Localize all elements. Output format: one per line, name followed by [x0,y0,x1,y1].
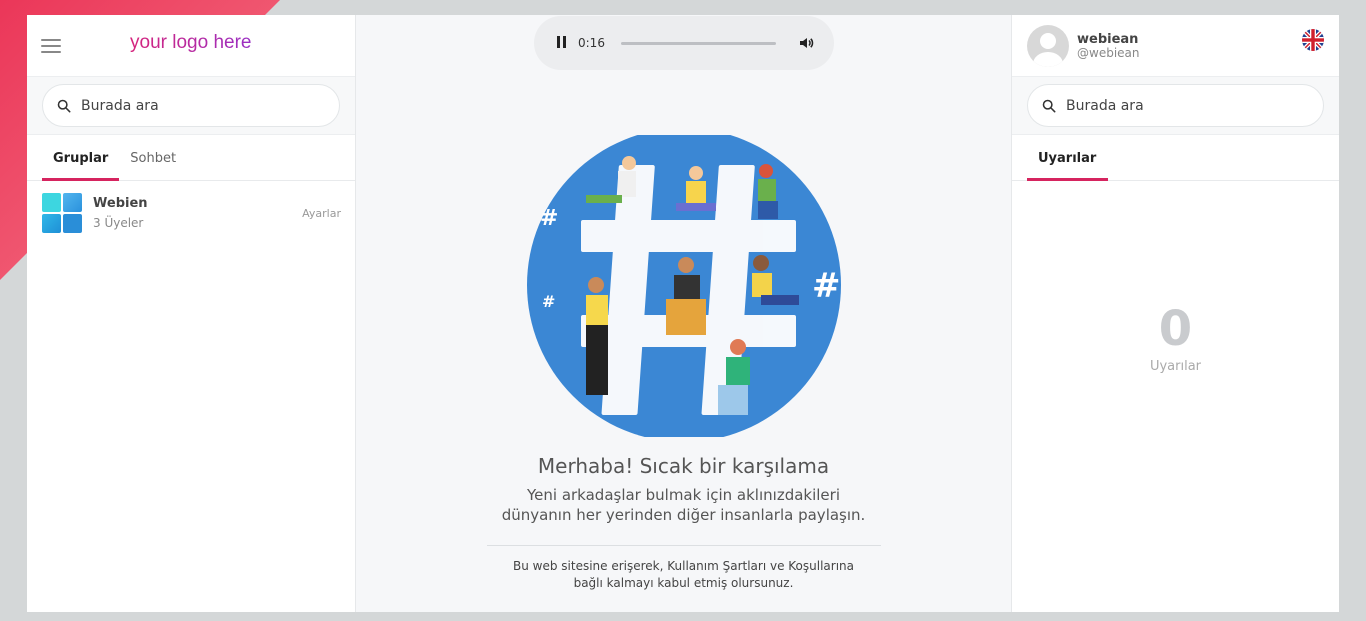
tab-chat[interactable]: Sohbet [119,151,187,180]
right-search-area [1012,76,1339,135]
search-icon [57,99,71,112]
svg-text:#: # [812,266,841,306]
right-tabs: Uyarılar [1012,135,1339,181]
left-search-box [42,84,340,127]
pause-button[interactable] [554,36,568,50]
terms-line-1: Bu web sitesine erişerek, Kullanım Şartl… [513,559,854,573]
app-window: your logo here Gruplar Sohbet Webien 3 Ü… [27,15,1339,612]
welcome-line-1: Yeni arkadaşlar bulmak için aklınızdakil… [526,486,840,504]
tab-alerts[interactable]: Uyarılar [1027,151,1109,181]
welcome-line-2: dünyanın her yerinden diğer insanlarla p… [501,506,866,524]
right-search-box [1027,84,1324,127]
uk-flag-icon[interactable] [1302,29,1324,51]
group-avatar-icon [42,193,82,233]
alerts-empty-state: 0 Uyarılar [1012,181,1339,612]
user-name[interactable]: webiean [1077,32,1140,47]
left-topbar: your logo here [27,15,355,76]
group-list-item[interactable]: Webien 3 Üyeler Ayarlar [27,181,355,245]
terms-line-2: bağlı kalmayı kabul etmiş olursunuz. [573,576,794,590]
audio-player: 0:16 [534,16,834,70]
left-search-input[interactable] [81,97,325,114]
group-settings-link[interactable]: Ayarlar [302,207,341,220]
left-sidebar: your logo here Gruplar Sohbet Webien 3 Ü… [27,15,356,612]
left-tabs: Gruplar Sohbet [27,135,355,181]
playback-time: 0:16 [578,36,605,50]
hashtag-people-illustration: # # # [527,135,841,437]
profile-bar: webiean @webiean [1012,15,1339,76]
avatar[interactable] [1027,24,1069,67]
tab-groups[interactable]: Gruplar [42,151,120,181]
right-search-input[interactable] [1066,97,1309,114]
group-member-count: 3 Üyeler [93,216,144,230]
svg-text:#: # [542,292,555,311]
logo[interactable]: your logo here [130,32,251,54]
menu-icon[interactable] [41,38,61,53]
terms-notice: Bu web sitesine erişerek, Kullanım Şartl… [356,558,1011,592]
search-icon [1042,99,1056,112]
playback-progress-bar[interactable] [620,41,776,45]
svg-text:#: # [540,206,558,231]
alerts-label: Uyarılar [1149,359,1202,374]
divider [487,545,881,546]
main-content: 0:16 # # # Merhaba! Sıcak bir karşılama … [356,15,1011,612]
left-search-area [27,76,355,135]
user-handle: @webiean [1077,45,1140,60]
group-name: Webien [93,196,148,211]
volume-icon[interactable] [798,35,814,51]
welcome-description: Yeni arkadaşlar bulmak için aklınızdakil… [356,485,1011,525]
right-sidebar: webiean @webiean Uyarılar 0 Uyarılar [1011,15,1339,612]
alerts-count: 0 [1158,301,1193,357]
welcome-title: Merhaba! Sıcak bir karşılama [537,454,830,478]
